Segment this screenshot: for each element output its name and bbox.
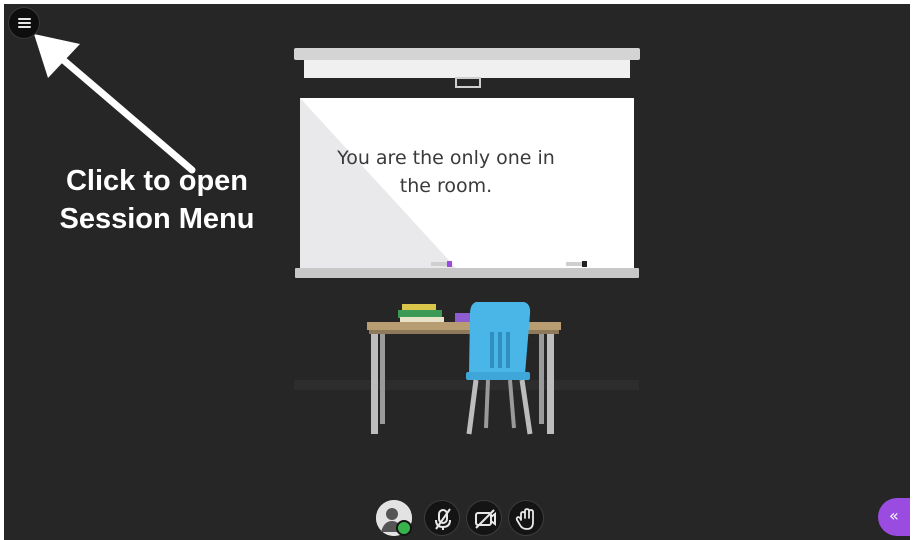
double-chevron-left-icon: « — [889, 506, 899, 525]
media-controls — [374, 500, 554, 540]
session-stage: You are the only one in the room. Click … — [4, 4, 910, 540]
my-avatar-button[interactable] — [376, 500, 412, 536]
camera-off-icon — [475, 509, 496, 529]
annotation-line-1: Click to open — [65, 165, 249, 197]
raise-hand-icon — [515, 508, 534, 530]
empty-room-message: You are the only one in the room. — [337, 147, 555, 197]
microphone-toggle-button[interactable] — [424, 500, 460, 536]
raise-hand-button[interactable] — [508, 500, 544, 536]
session-menu-button[interactable] — [8, 7, 40, 39]
collaborate-panel-button[interactable]: « — [878, 498, 910, 536]
user-avatar-icon — [376, 500, 412, 536]
annotation-line-2: Session Menu — [59, 203, 255, 235]
camera-toggle-button[interactable] — [466, 500, 502, 536]
microphone-muted-icon — [435, 508, 451, 530]
